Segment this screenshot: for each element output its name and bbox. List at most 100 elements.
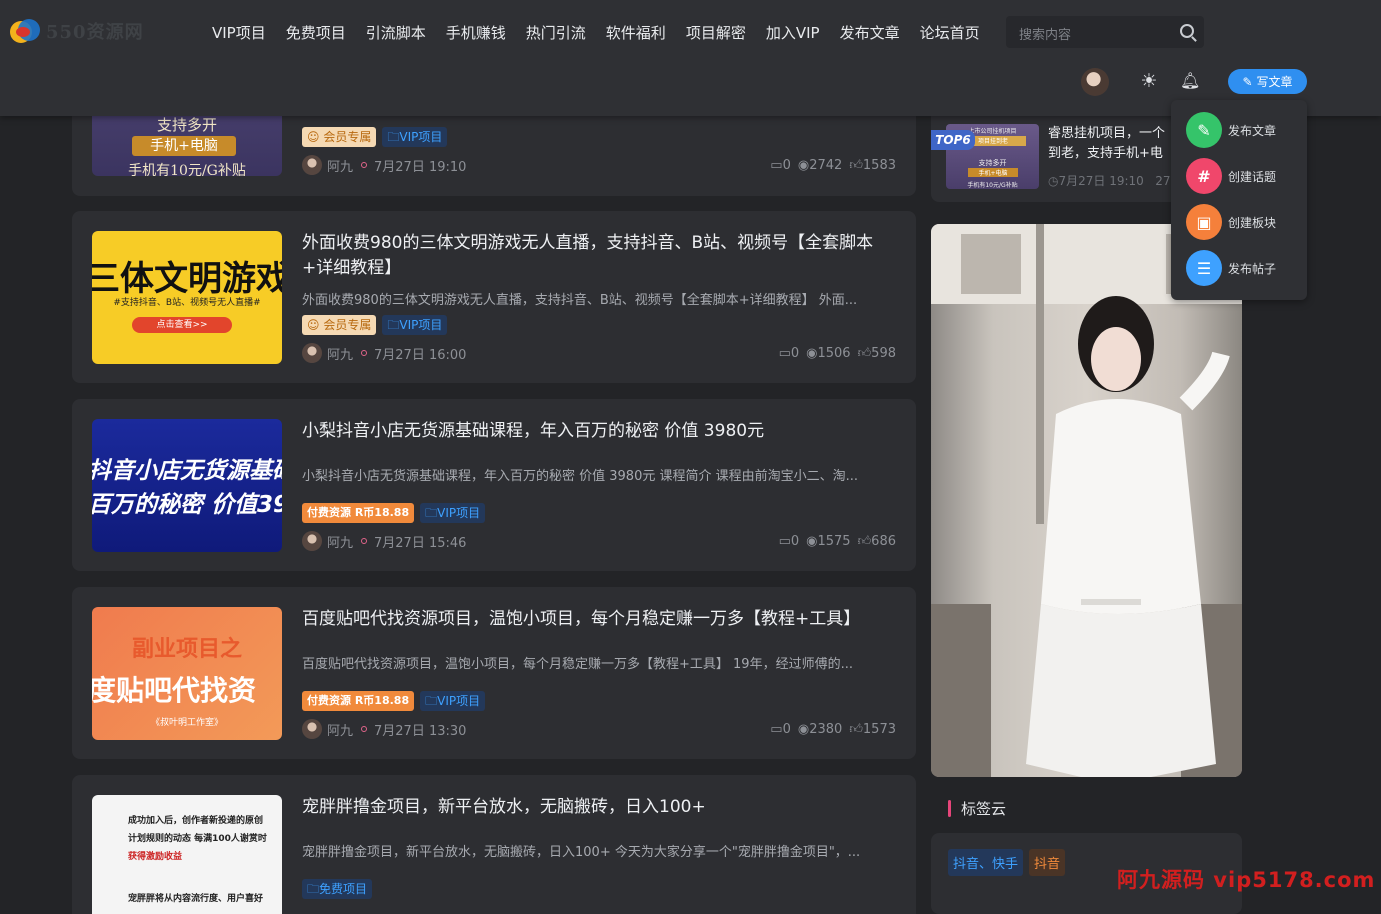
comment-count: ▭0 xyxy=(778,533,800,549)
nav-item-scripts[interactable]: 引流脚本 xyxy=(366,22,426,43)
category-tag[interactable]: 🗀︎VIP项目 xyxy=(382,127,448,147)
author-name[interactable]: 阿九 xyxy=(327,344,353,363)
post-thumbnail[interactable]: 三体文明游戏 #支持抖音、B站、视频号无人直播# 点击查看>> xyxy=(92,231,282,364)
post-title[interactable]: 外面收费980的三体文明游戏无人直播，支持抖音、B站、视频号【全套脚本+详细教程… xyxy=(302,231,902,281)
clock-icon: ◷ xyxy=(1048,174,1059,188)
sidebar-ad-image[interactable] xyxy=(931,224,1242,777)
post-title[interactable]: 百度贴吧代找资源项目，温饱小项目，每个月稳定赚一万多【教程+工具】 xyxy=(302,607,902,632)
nav-item-software[interactable]: 软件福利 xyxy=(606,22,666,43)
menu-item-post-thread[interactable]: ☰ 发布帖子 xyxy=(1186,250,1276,286)
category-tag[interactable]: 🗀︎VIP项目 xyxy=(420,691,486,711)
watermark-text: 阿九源码 vip5178.com xyxy=(1117,868,1376,892)
thumb-text: 计划规则的动态 每满100人谢赏时 xyxy=(128,834,267,844)
search-input[interactable]: 搜索内容 xyxy=(1019,24,1071,43)
nav-item-post-article[interactable]: 发布文章 xyxy=(840,22,900,43)
post-card[interactable]: 副业项目之 度贴吧代找资 《叔叶明工作室》 百度贴吧代找资源项目，温饱小项目，每… xyxy=(72,587,916,759)
menu-item-post-article[interactable]: ✎ 发布文章 xyxy=(1186,112,1276,148)
write-article-label: 写文章 xyxy=(1256,75,1293,89)
like-count[interactable]: 👍︎598 xyxy=(858,346,896,361)
theme-toggle-icon[interactable]: ☀ xyxy=(1140,72,1158,91)
post-card[interactable]: 三体文明游戏 #支持抖音、B站、视频号无人直播# 点击查看>> 外面收费980的… xyxy=(72,211,916,383)
author-avatar[interactable] xyxy=(302,155,322,175)
view-count: ◉2380 xyxy=(797,721,843,737)
nav-item-forum[interactable]: 论坛首页 xyxy=(920,22,980,43)
category-tag[interactable]: 🗀︎VIP项目 xyxy=(420,503,486,523)
user-avatar[interactable] xyxy=(1081,68,1109,96)
menu-item-create-topic[interactable]: # 创建话题 xyxy=(1186,158,1276,194)
author-avatar[interactable] xyxy=(302,531,322,551)
author-name[interactable]: 阿九 xyxy=(327,532,353,551)
nav-item-vip[interactable]: VIP项目 xyxy=(212,22,266,43)
site-header: 550资源网 VIP项目 免费项目 引流脚本 手机赚钱 热门引流 软件福利 项目… xyxy=(0,0,1381,116)
thumb-text: 成功加入后，创作者新投递的原创 xyxy=(128,816,264,826)
post-excerpt: 宠胖胖撸金项目，新平台放水，无脑搬砖，日入100+ 今天为大家分享一个"宠胖胖撸… xyxy=(302,845,861,860)
post-card[interactable]: 抖音小店无货源基础 百万的秘密 价值398 小梨抖音小店无货源基础课程，年入百万… xyxy=(72,399,916,571)
write-article-button[interactable]: ✎ 写文章 xyxy=(1228,69,1307,94)
post-card[interactable]: 成功加入后，创作者新投递的原创 计划规则的动态 每满100人谢赏时 获得激励收益… xyxy=(72,775,916,914)
thumb-text: 百万的秘密 价值398 xyxy=(92,492,282,518)
author-avatar[interactable] xyxy=(302,343,322,363)
hot-post-title-line: 睿思挂机项目，一个 xyxy=(1048,126,1166,141)
clock-icon xyxy=(361,162,368,168)
post-meta: 阿九 7月27日 13:30 ▭0 ◉2380 👍︎1573 xyxy=(302,719,896,739)
nav-item-decrypt[interactable]: 项目解密 xyxy=(686,22,746,43)
hot-post-title-line: 到老，支持手机+电 xyxy=(1048,146,1163,161)
logo-text: 550资源网 xyxy=(46,22,144,43)
menu-item-create-board[interactable]: ▣ 创建板块 xyxy=(1186,204,1276,240)
post-thumbnail[interactable]: 抖音小店无货源基础 百万的秘密 价值398 xyxy=(92,419,282,552)
thumb-text: 抖音小店无货源基础 xyxy=(92,458,282,484)
thumb-text: 获得激励收益 xyxy=(128,852,183,862)
member-tag[interactable]: ☺ 会员专属 xyxy=(302,315,377,335)
thumb-text: 支持多开 xyxy=(978,159,1007,167)
search-box[interactable]: 搜索内容 xyxy=(1006,16,1204,48)
post-tags: ☺ 会员专属 🗀︎VIP项目 xyxy=(302,127,448,147)
main-nav: VIP项目 免费项目 引流脚本 手机赚钱 热门引流 软件福利 项目解密 加入VI… xyxy=(212,22,1000,43)
bell-icon[interactable]: 🔔︎ xyxy=(1180,72,1200,90)
category-tag[interactable]: 🗀︎免费项目 xyxy=(302,879,373,899)
like-count[interactable]: 👍︎1573 xyxy=(849,722,896,737)
chat-icon: ☰ xyxy=(1186,250,1222,286)
post-title[interactable]: 宠胖胖撸金项目，新平台放水，无脑搬砖，日入100+ xyxy=(302,795,902,820)
view-count: ◉2742 xyxy=(797,157,843,173)
post-thumbnail[interactable]: 副业项目之 度贴吧代找资 《叔叶明工作室》 xyxy=(92,607,282,740)
author-name[interactable]: 阿九 xyxy=(327,156,353,175)
clock-icon xyxy=(361,538,368,544)
hash-icon: # xyxy=(1186,158,1222,194)
paid-tag[interactable]: 付费资源 R币18.88 xyxy=(302,503,415,523)
post-title[interactable]: 小梨抖音小店无货源基础课程，年入百万的秘密 价值 3980元 xyxy=(302,419,902,444)
post-thumbnail[interactable]: 成功加入后，创作者新投递的原创 计划规则的动态 每满100人谢赏时 获得激励收益… xyxy=(92,795,282,914)
author-name[interactable]: 阿九 xyxy=(327,720,353,739)
post-tags: 付费资源 R币18.88 🗀︎VIP项目 xyxy=(302,503,486,523)
post-excerpt: 外面收费980的三体文明游戏无人直播，支持抖音、B站、视频号【全套脚本+详细教程… xyxy=(302,293,858,308)
post-excerpt: 小梨抖音小店无货源基础课程，年入百万的秘密 价值 3980元 课程简介 课程由前… xyxy=(302,469,859,484)
nav-item-free[interactable]: 免费项目 xyxy=(286,22,346,43)
view-count: ◉1575 xyxy=(806,533,851,549)
thumb-text: 支持多开 xyxy=(156,116,217,134)
author-avatar[interactable] xyxy=(302,719,322,739)
menu-item-label: 创建话题 xyxy=(1228,169,1277,184)
like-count[interactable]: 👍︎686 xyxy=(858,534,896,549)
paid-tag[interactable]: 付费资源 R币18.88 xyxy=(302,691,415,711)
post-tags: ☺ 会员专属 🗀︎VIP项目 xyxy=(302,315,448,335)
ad-photo-illustration xyxy=(931,224,1242,777)
member-tag[interactable]: ☺ 会员专属 xyxy=(302,127,377,147)
thumb-text: 手机+电脑 xyxy=(968,168,1018,177)
heading-accent xyxy=(948,800,951,817)
tag-cloud-heading: 标签云 xyxy=(948,798,1006,819)
thumb-text: 《叔叶明工作室》 xyxy=(150,718,223,728)
nav-item-join-vip[interactable]: 加入VIP xyxy=(766,22,820,43)
post-time: 7月27日 15:46 xyxy=(374,535,467,551)
thumb-text: 手机有10元/G补贴 xyxy=(967,182,1018,189)
hot-post-title[interactable]: 睿思挂机项目，一个 到老，支持手机+电 xyxy=(1048,124,1165,164)
nav-item-mobile[interactable]: 手机赚钱 xyxy=(446,22,506,43)
like-count[interactable]: 👍︎1583 xyxy=(849,158,896,173)
search-icon[interactable] xyxy=(1180,24,1194,38)
tag-cloud-item[interactable]: 抖音 xyxy=(1029,849,1066,876)
menu-item-label: 创建板块 xyxy=(1228,215,1277,230)
site-logo[interactable]: 550资源网 xyxy=(10,17,144,45)
category-tag[interactable]: 🗀︎VIP项目 xyxy=(382,315,448,335)
thumb-text: 点击查看>> xyxy=(132,317,232,333)
tag-cloud-item[interactable]: 抖音、快手 xyxy=(948,849,1024,876)
hot-post-time: 7月27日 19:10 xyxy=(1058,174,1144,188)
nav-item-traffic[interactable]: 热门引流 xyxy=(526,22,586,43)
